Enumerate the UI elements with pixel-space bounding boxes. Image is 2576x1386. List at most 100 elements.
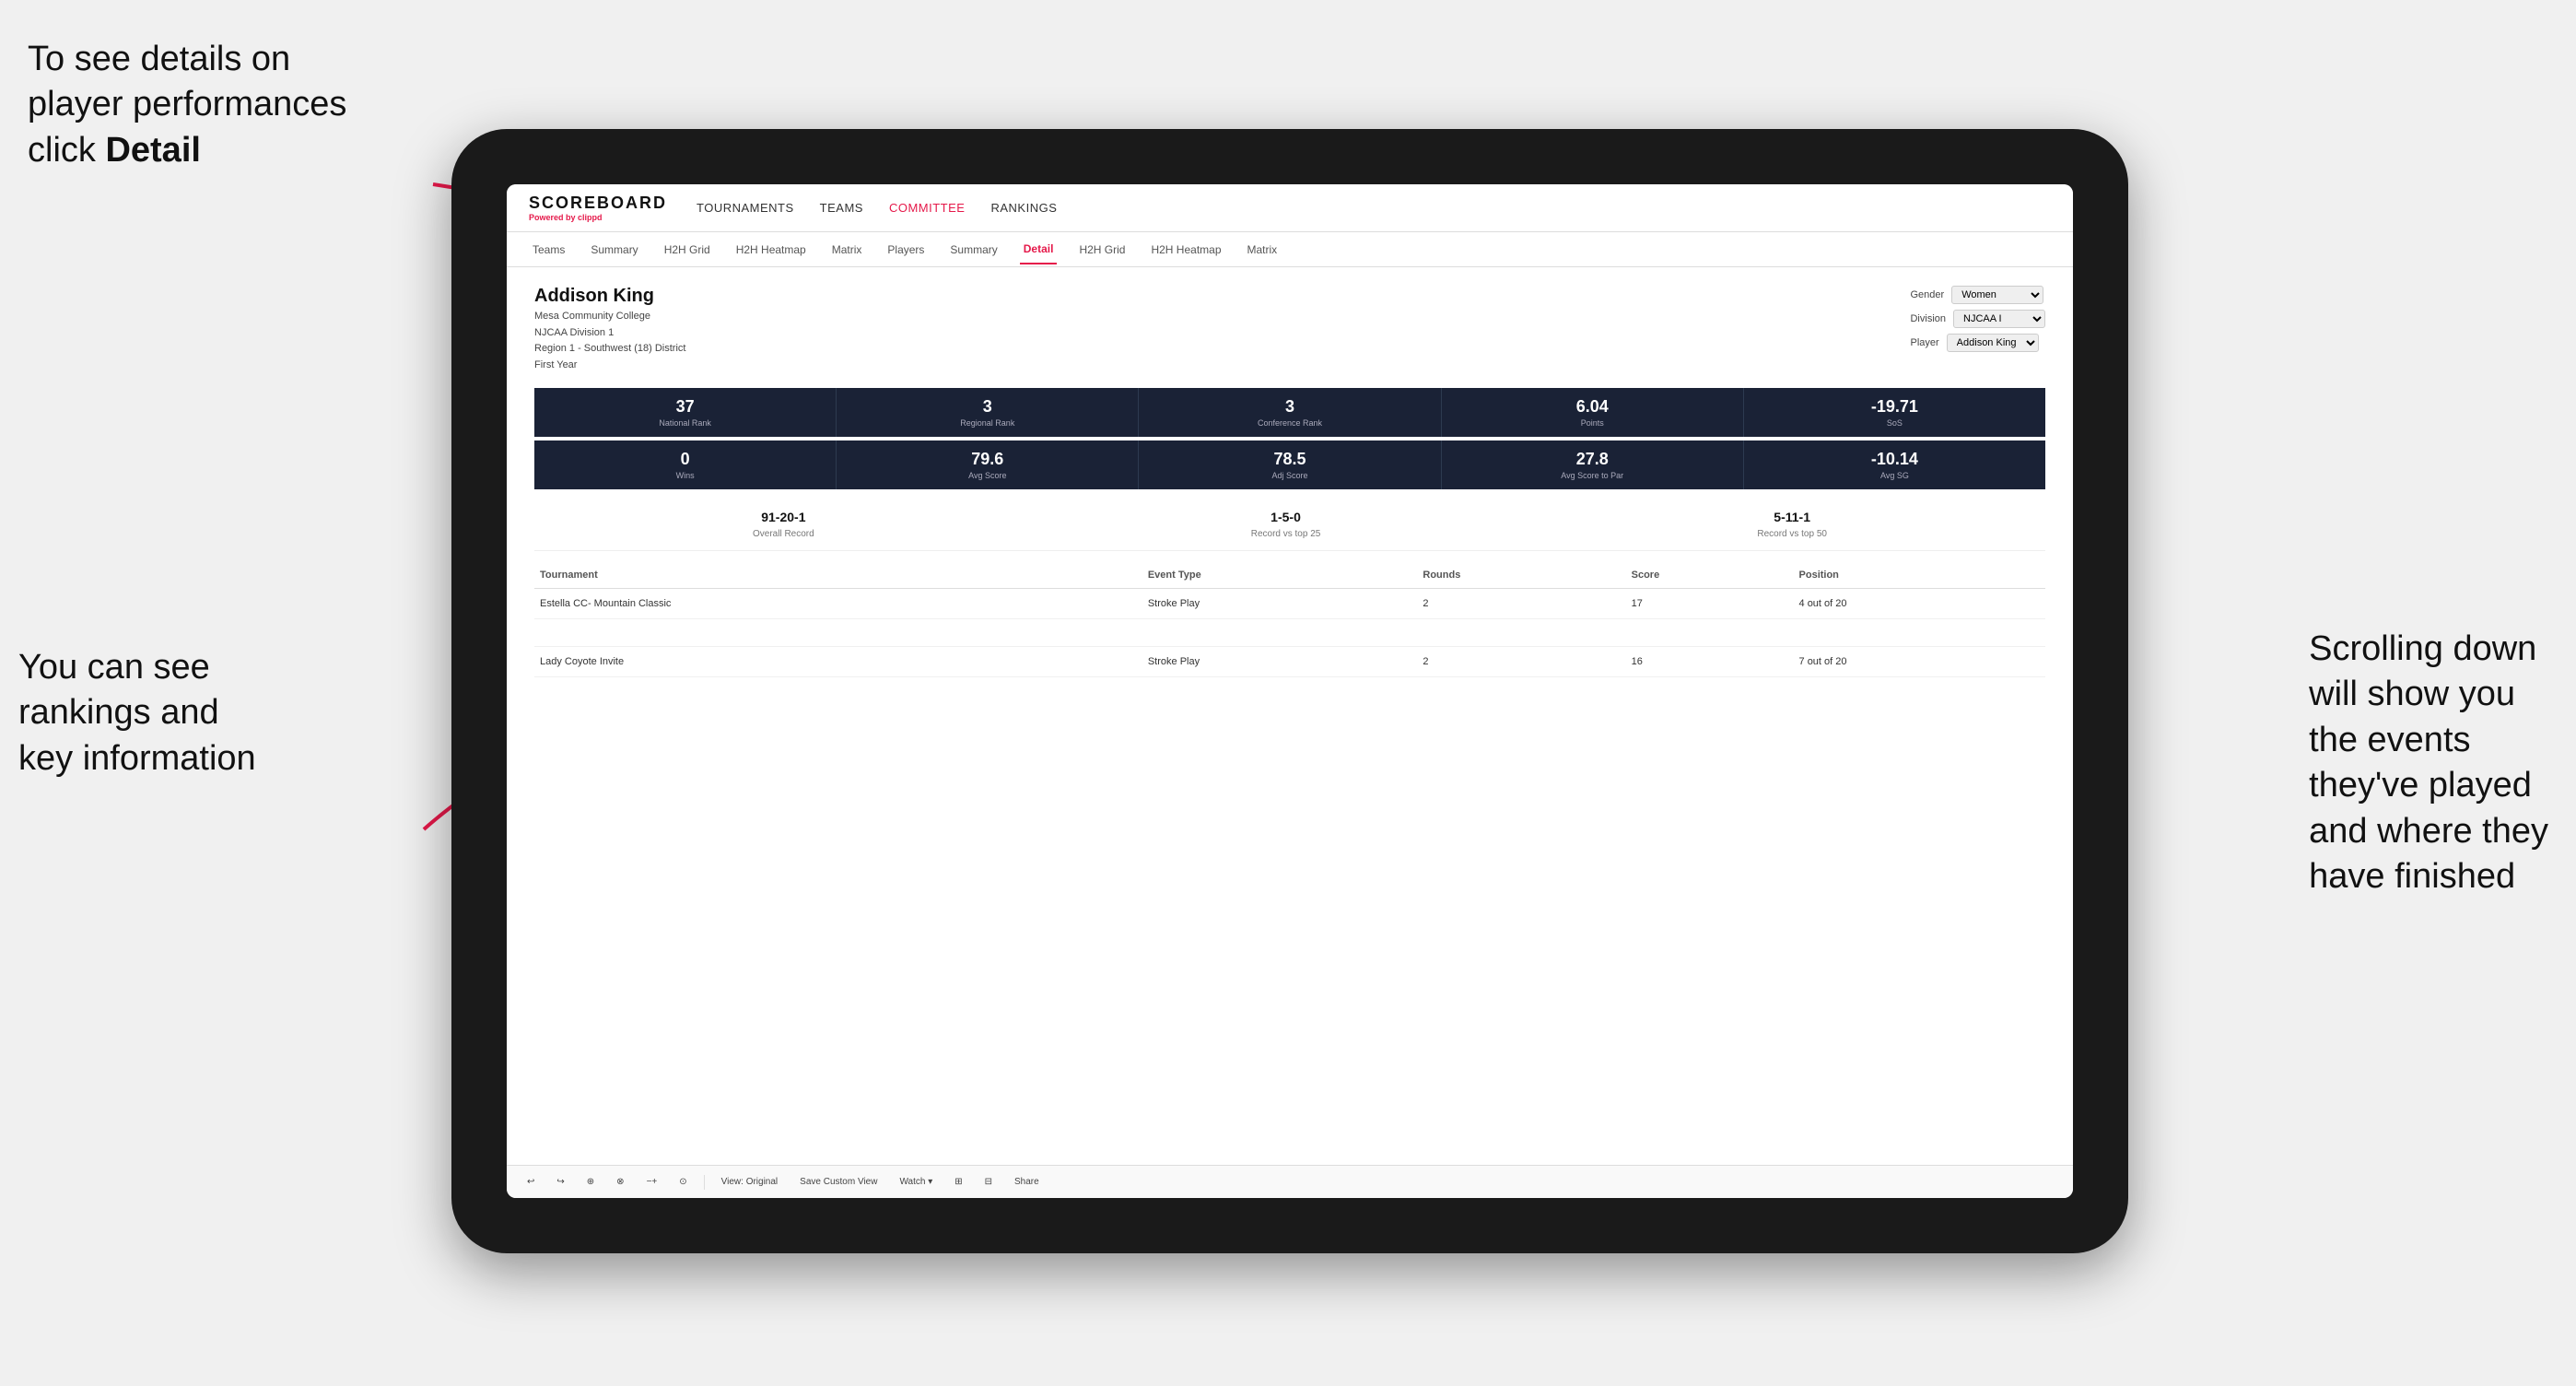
toolbar-share[interactable]: Share <box>1009 1175 1045 1189</box>
cell-score-3: 16 <box>1626 647 1794 677</box>
records-row: 91-20-1 Overall Record 1-5-0 Record vs t… <box>534 500 2045 551</box>
col-position: Position <box>1794 562 2045 589</box>
content-area[interactable]: Addison King Mesa Community College NJCA… <box>507 267 2073 1165</box>
stat-adj-score-value: 78.5 <box>1142 450 1436 469</box>
stat-conference-rank: 3 Conference Rank <box>1139 388 1441 437</box>
stat-avg-score: 79.6 Avg Score <box>837 440 1139 489</box>
stat-national-rank-value: 37 <box>538 397 832 417</box>
cell-tournament-1: Estella CC- Mountain Classic <box>534 589 1142 619</box>
player-info: Addison King Mesa Community College NJCA… <box>534 286 685 373</box>
sub-nav: Teams Summary H2H Grid H2H Heatmap Matri… <box>507 232 2073 267</box>
stat-wins-label: Wins <box>538 471 832 480</box>
nav-teams[interactable]: TEAMS <box>820 201 863 215</box>
stat-regional-rank: 3 Regional Rank <box>837 388 1139 437</box>
player-filters: Gender Women Division NJCAA I <box>1910 286 2045 352</box>
record-overall-value: 91-20-1 <box>753 510 814 524</box>
table-row: Estella CC- Mountain Classic Stroke Play… <box>534 589 2045 619</box>
stat-regional-rank-value: 3 <box>840 397 1134 417</box>
subnav-h2h-grid2[interactable]: H2H Grid <box>1075 236 1129 264</box>
table-row: Lady Coyote Invite Stroke Play 2 16 7 ou… <box>534 647 2045 677</box>
filter-gender: Gender Women <box>1910 286 2043 304</box>
col-event-type: Event Type <box>1142 562 1418 589</box>
subnav-teams[interactable]: Teams <box>529 236 568 264</box>
logo-area: SCOREBOARD Powered by clippd <box>529 194 667 222</box>
annotation-top-left: To see details on player performances cl… <box>28 37 346 173</box>
cell-event-type-1: Stroke Play <box>1142 589 1418 619</box>
stat-points: 6.04 Points <box>1442 388 1744 437</box>
cell-rounds-3: 2 <box>1417 647 1625 677</box>
nav-rankings[interactable]: RANKINGS <box>990 201 1057 215</box>
subnav-h2h-heatmap[interactable]: H2H Heatmap <box>732 236 810 264</box>
stat-points-value: 6.04 <box>1446 397 1739 417</box>
division-select[interactable]: NJCAA I <box>1953 310 2045 328</box>
toolbar-watch[interactable]: Watch ▾ <box>894 1175 938 1189</box>
cell-score-1: 17 <box>1626 589 1794 619</box>
cell-rounds-1: 2 <box>1417 589 1625 619</box>
record-top50-value: 5-11-1 <box>1757 510 1827 524</box>
col-tournament: Tournament <box>534 562 1142 589</box>
stat-avg-sg-value: -10.14 <box>1748 450 2042 469</box>
col-score: Score <box>1626 562 1794 589</box>
tablet-frame: SCOREBOARD Powered by clippd TOURNAMENTS… <box>451 129 2128 1253</box>
stat-adj-score: 78.5 Adj Score <box>1139 440 1441 489</box>
nav-tournaments[interactable]: TOURNAMENTS <box>697 201 794 215</box>
subnav-summary[interactable]: Summary <box>587 236 641 264</box>
toolbar-grid[interactable]: ⊟ <box>979 1175 998 1189</box>
record-overall: 91-20-1 Overall Record <box>753 510 814 541</box>
tournament-table: Tournament Event Type Rounds Score Posit… <box>534 562 2045 677</box>
annotation-bottom-left: You can see rankings and key information <box>18 645 256 781</box>
toolbar-separator <box>704 1175 705 1190</box>
stat-adj-score-label: Adj Score <box>1142 471 1436 480</box>
stats-row-2: 0 Wins 79.6 Avg Score 78.5 Adj Score 27.… <box>534 440 2045 489</box>
annotation-bottom-right: Scrolling down will show you the events … <box>2309 627 2548 899</box>
toolbar-btn-3[interactable]: −+ <box>641 1175 663 1189</box>
toolbar-btn-1[interactable]: ⊕ <box>581 1175 600 1189</box>
toolbar-undo[interactable]: ↩ <box>521 1175 540 1189</box>
top-nav: SCOREBOARD Powered by clippd TOURNAMENTS… <box>507 184 2073 232</box>
toolbar-btn-2[interactable]: ⊗ <box>611 1175 629 1189</box>
stats-row-1: 37 National Rank 3 Regional Rank 3 Confe… <box>534 388 2045 437</box>
stat-avg-sg: -10.14 Avg SG <box>1744 440 2045 489</box>
gender-select[interactable]: Women <box>1951 286 2043 304</box>
bottom-toolbar: ↩ ↪ ⊕ ⊗ −+ ⊙ View: Original Save Custom … <box>507 1165 2073 1198</box>
stat-avg-score-value: 79.6 <box>840 450 1134 469</box>
col-rounds: Rounds <box>1417 562 1625 589</box>
subnav-h2h-heatmap2[interactable]: H2H Heatmap <box>1147 236 1224 264</box>
record-top25-label: Record vs top 25 <box>1251 529 1321 539</box>
record-top50: 5-11-1 Record vs top 50 <box>1757 510 1827 541</box>
stat-national-rank-label: National Rank <box>538 418 832 428</box>
toolbar-save-custom[interactable]: Save Custom View <box>794 1175 883 1189</box>
subnav-matrix[interactable]: Matrix <box>828 236 866 264</box>
subnav-players[interactable]: Players <box>884 236 928 264</box>
cell-event-type-3: Stroke Play <box>1142 647 1418 677</box>
toolbar-redo[interactable]: ↪ <box>551 1175 569 1189</box>
stat-points-label: Points <box>1446 418 1739 428</box>
subnav-summary2[interactable]: Summary <box>946 236 1001 264</box>
stat-avg-score-par-value: 27.8 <box>1446 450 1739 469</box>
toolbar-view-original[interactable]: View: Original <box>716 1175 784 1189</box>
toolbar-btn-4[interactable]: ⊙ <box>673 1175 692 1189</box>
stat-avg-sg-label: Avg SG <box>1748 471 2042 480</box>
player-year: First Year <box>534 358 685 374</box>
stat-regional-rank-label: Regional Rank <box>840 418 1134 428</box>
filter-division: Division NJCAA I <box>1910 310 2045 328</box>
nav-items: TOURNAMENTS TEAMS COMMITTEE RANKINGS <box>697 201 1057 215</box>
record-top50-label: Record vs top 50 <box>1757 529 1827 539</box>
table-body: Estella CC- Mountain Classic Stroke Play… <box>534 589 2045 677</box>
stat-sos-label: SoS <box>1748 418 2042 428</box>
tablet-screen: SCOREBOARD Powered by clippd TOURNAMENTS… <box>507 184 2073 1198</box>
logo-scoreboard: SCOREBOARD <box>529 194 667 213</box>
cell-tournament-3: Lady Coyote Invite <box>534 647 1142 677</box>
player-college: Mesa Community College <box>534 309 685 325</box>
stat-sos: -19.71 SoS <box>1744 388 2045 437</box>
player-region: Region 1 - Southwest (18) District <box>534 341 685 358</box>
subnav-matrix2[interactable]: Matrix <box>1244 236 1282 264</box>
filter-player: Player Addison King <box>1910 334 2038 352</box>
table-row-empty <box>534 619 2045 647</box>
player-select[interactable]: Addison King <box>1947 334 2039 352</box>
nav-committee[interactable]: COMMITTEE <box>889 201 966 215</box>
toolbar-screen[interactable]: ⊞ <box>949 1175 967 1189</box>
subnav-detail[interactable]: Detail <box>1020 235 1058 264</box>
subnav-h2h-grid[interactable]: H2H Grid <box>661 236 714 264</box>
record-top25-value: 1-5-0 <box>1251 510 1321 524</box>
